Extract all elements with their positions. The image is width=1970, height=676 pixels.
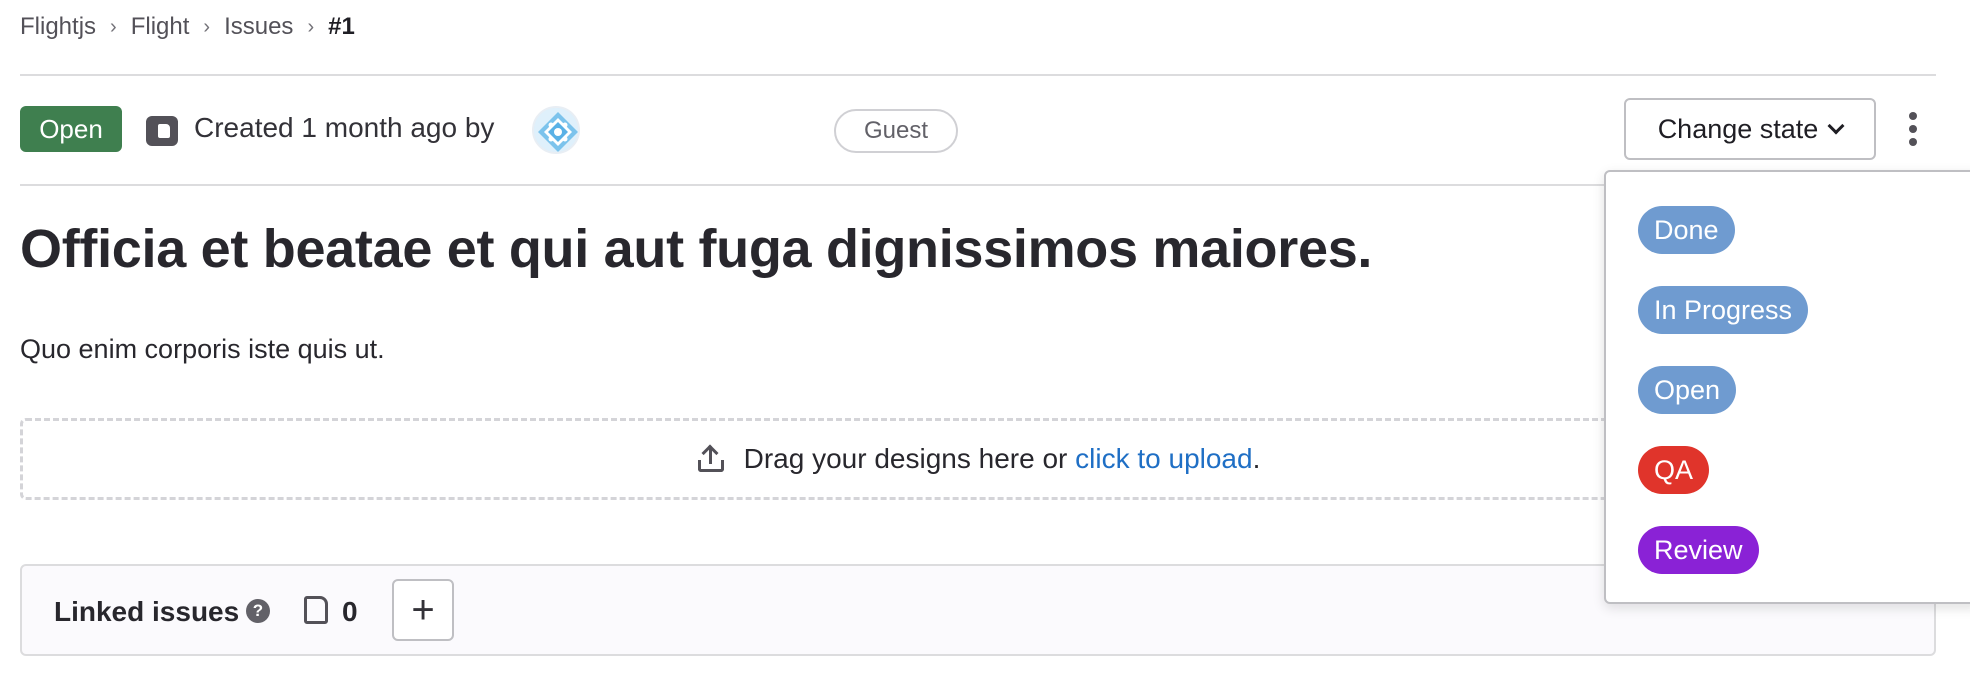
upload-icon: [696, 444, 726, 474]
issue-type-icon: [146, 116, 178, 146]
change-state-dropdown: Done In Progress Open QA Review: [1604, 170, 1970, 604]
avatar[interactable]: [532, 106, 580, 154]
issue-title: Officia et beatae et qui aut fuga dignis…: [20, 219, 1373, 279]
issue-header: Open Created 1 month ago by Guest Change…: [20, 98, 1936, 160]
dropzone-suffix: .: [1252, 443, 1261, 474]
status-badge: Open: [20, 106, 122, 152]
breadcrumb-item-group[interactable]: Flightjs: [20, 13, 96, 41]
issue-description: Quo enim corporis iste quis ut.: [20, 334, 385, 364]
breadcrumb-item-issues[interactable]: Issues: [224, 13, 293, 41]
linked-issues-label: Linked issues: [54, 596, 240, 627]
dropzone-text: Drag your designs here or: [743, 443, 1076, 474]
breadcrumb-separator-icon: ›: [110, 15, 117, 38]
question-icon[interactable]: ?: [246, 599, 270, 623]
breadcrumb: Flightjs › Flight › Issues › #1: [20, 12, 355, 42]
role-badge: Guest: [834, 109, 958, 153]
breadcrumb-current[interactable]: #1: [328, 13, 355, 41]
vertical-ellipsis-icon[interactable]: [1898, 108, 1928, 150]
linked-issues-count: 0: [342, 596, 358, 627]
avatar-identicon: [534, 108, 578, 152]
change-state-button[interactable]: Change state: [1624, 98, 1876, 160]
state-option-review[interactable]: Review: [1638, 526, 1759, 574]
created-by-text: Created 1 month ago by: [194, 112, 495, 143]
breadcrumb-separator-icon: ›: [203, 15, 211, 38]
breadcrumb-item-project[interactable]: Flight: [131, 13, 190, 41]
state-option-in-progress[interactable]: In Progress: [1638, 286, 1809, 334]
change-state-label: Change state: [1657, 113, 1819, 144]
chevron-down-icon: [1827, 117, 1845, 135]
issues-icon: [304, 596, 328, 624]
upload-link[interactable]: click to upload: [1075, 443, 1252, 475]
state-option-done[interactable]: Done: [1638, 206, 1735, 254]
add-linked-issue-button[interactable]: +: [392, 579, 454, 641]
divider: [20, 74, 1936, 76]
state-option-open[interactable]: Open: [1638, 366, 1737, 414]
state-option-qa[interactable]: QA: [1638, 446, 1710, 494]
breadcrumb-separator-icon: ›: [307, 15, 315, 38]
